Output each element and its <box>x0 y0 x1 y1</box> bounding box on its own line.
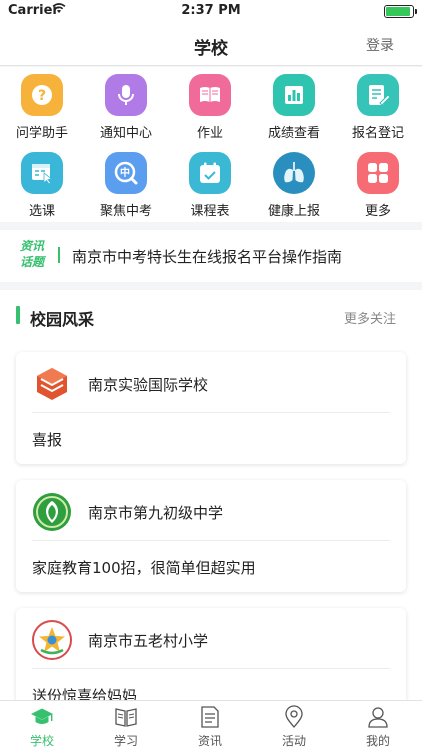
star-emblem-logo <box>32 620 72 660</box>
tab-label: 资讯 <box>197 734 222 748</box>
grid-item-more[interactable]: 更多 <box>336 145 420 219</box>
bar-chart-icon <box>273 74 315 116</box>
grid-item-label: 聚焦中考 <box>99 204 152 219</box>
grid-more-icon <box>357 152 399 194</box>
status-time: 2:37 PM <box>181 3 241 18</box>
badge-line-2: 话题 <box>19 255 44 269</box>
tab-label: 学校 <box>29 734 54 748</box>
tab-school[interactable]: 学校 <box>0 701 84 750</box>
tab-study[interactable]: 学习 <box>84 701 168 750</box>
microphone-icon <box>105 74 147 116</box>
grid-item-label: 通知中心 <box>99 126 152 141</box>
grid-item-health-report[interactable]: 健康上报 <box>252 145 336 219</box>
school-post-card[interactable]: 南京市五老村小学 送份惊喜给妈妈 <box>16 608 406 700</box>
school-post-card[interactable]: 南京市第九初级中学 家庭教育100招，很简单但超实用 <box>16 480 406 592</box>
badge-line-1: 资讯 <box>19 239 44 253</box>
grid-item-registration[interactable]: 报名登记 <box>336 67 420 141</box>
person-icon <box>368 707 388 728</box>
news-topic-badge: 资讯 话题 <box>16 238 48 270</box>
school-cap-icon <box>31 708 53 724</box>
grid-item-wenxue-assistant[interactable]: ? 问学助手 <box>0 67 84 141</box>
grid-item-label: 更多 <box>364 204 391 219</box>
section-title: 校园风采 <box>30 310 95 329</box>
grid-item-grades[interactable]: 成绩查看 <box>252 67 336 141</box>
grid-item-notice-center[interactable]: 通知中心 <box>84 67 168 141</box>
tab-label: 活动 <box>281 734 306 748</box>
tab-activity[interactable]: 活动 <box>252 701 336 750</box>
focus-exam-icon: 中 <box>105 152 147 194</box>
location-pin-icon <box>285 705 303 728</box>
svg-text:中: 中 <box>120 166 130 179</box>
card-divider <box>32 412 390 413</box>
form-edit-icon <box>357 74 399 116</box>
select-course-icon <box>21 152 63 194</box>
grid-item-label: 健康上报 <box>267 204 320 219</box>
tab-label: 学习 <box>113 734 138 748</box>
card-divider <box>32 668 390 669</box>
calendar-icon <box>189 152 231 194</box>
nav-bar: 学校 登录 <box>0 22 422 66</box>
status-bar: Carrier 2:37 PM <box>0 0 422 22</box>
page-title: 学校 <box>194 39 228 59</box>
lungs-icon <box>273 152 315 194</box>
post-title: 家庭教育100招，很简单但超实用 <box>32 559 256 577</box>
grid-item-focus-exam[interactable]: 中 聚焦中考 <box>84 145 168 219</box>
grid-item-label: 问学助手 <box>15 126 68 141</box>
school-post-card[interactable]: 南京实验国际学校 喜报 <box>16 352 406 464</box>
card-divider <box>32 540 390 541</box>
school-name: 南京市第九初级中学 <box>88 504 224 522</box>
book-icon <box>189 74 231 116</box>
news-divider <box>58 247 60 263</box>
cube-logo <box>37 368 67 400</box>
post-title: 喜报 <box>32 431 63 449</box>
login-button[interactable]: 登录 <box>366 35 394 55</box>
question-icon: ? <box>21 74 63 116</box>
grid-item-timetable[interactable]: 课程表 <box>168 145 252 219</box>
green-emblem-logo <box>33 493 71 531</box>
post-title: 送份惊喜给妈妈 <box>32 687 138 700</box>
grid-item-label: 选课 <box>28 204 55 219</box>
news-ticker[interactable]: 资讯 话题 南京市中考特长生在线报名平台操作指南 <box>0 230 422 282</box>
school-name: 南京实验国际学校 <box>88 376 209 394</box>
news-icon <box>201 706 219 728</box>
grid-item-label: 报名登记 <box>351 126 404 141</box>
tab-label: 我的 <box>365 734 390 748</box>
grid-item-label: 成绩查看 <box>267 126 320 141</box>
section-accent-bar <box>16 306 20 324</box>
campus-feed: 南京实验国际学校 喜报 南京市第九初级中学 家庭教育100招，很简单但超实用 南… <box>0 340 422 700</box>
feature-grid: ? 问学助手 通知中心 作业 成绩查看 报名登记 选课 中 聚焦中考 课程表 健… <box>0 67 422 222</box>
open-book-icon <box>115 708 137 727</box>
more-follow-link[interactable]: 更多关注 <box>344 308 396 327</box>
tab-mine[interactable]: 我的 <box>336 701 420 750</box>
grid-item-course-select[interactable]: 选课 <box>0 145 84 219</box>
news-headline[interactable]: 南京市中考特长生在线报名平台操作指南 <box>72 246 342 267</box>
campus-section-header: 校园风采 更多关注 <box>0 290 422 340</box>
grid-item-label: 作业 <box>196 126 223 141</box>
school-name: 南京市五老村小学 <box>88 632 209 650</box>
svg-text:?: ? <box>38 88 46 104</box>
bottom-tab-bar: 学校 学习 资讯 活动 我的 <box>0 700 422 750</box>
grid-item-label: 课程表 <box>190 204 230 219</box>
battery-icon <box>384 5 417 18</box>
grid-item-homework[interactable]: 作业 <box>168 67 252 141</box>
tab-news[interactable]: 资讯 <box>168 701 252 750</box>
